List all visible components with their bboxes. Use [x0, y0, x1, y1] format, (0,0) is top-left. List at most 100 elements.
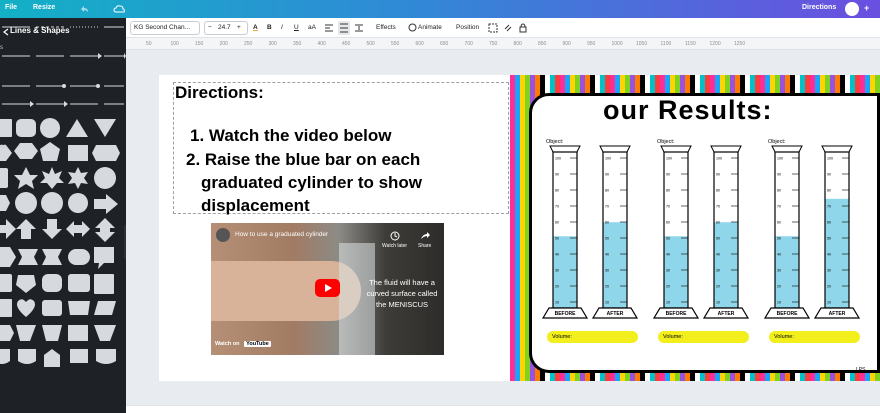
scale-tick-label: 80: [605, 189, 609, 193]
underline-button[interactable]: U: [294, 24, 299, 31]
bold-button[interactable]: B: [267, 24, 272, 31]
share-button[interactable]: Share: [418, 231, 431, 249]
scale-tick-label: 60: [555, 221, 559, 225]
ruler-tick-label: 300: [268, 41, 277, 47]
position-button[interactable]: Position: [456, 24, 479, 31]
link-icon[interactable]: [503, 23, 513, 33]
scale-tick-label: 10: [605, 301, 609, 305]
corner-tag: LPS: [856, 367, 866, 373]
scale-tick-label: 30: [605, 269, 609, 273]
avatar[interactable]: [845, 2, 859, 16]
file-menu[interactable]: File: [5, 4, 17, 11]
font-size-decrease[interactable]: −: [208, 24, 212, 31]
letter-case-button[interactable]: aA: [308, 24, 316, 31]
watch-on-youtube-link[interactable]: Watch on YouTube: [215, 341, 271, 347]
effects-button[interactable]: Effects: [376, 24, 396, 31]
scale-tick-label: 80: [716, 189, 720, 193]
font-size-increase[interactable]: +: [237, 24, 241, 31]
directions-step-2[interactable]: 2. Raise the blue bar on each: [186, 150, 420, 170]
directions-title[interactable]: Directions:: [175, 83, 264, 103]
watch-later-button[interactable]: Watch later: [382, 231, 407, 249]
font-size-value[interactable]: 24.7: [218, 24, 231, 31]
ruler-tick-label: 200: [219, 41, 228, 47]
results-title: our Results:: [603, 95, 773, 125]
shapes-section-label: es: [0, 144, 7, 150]
ruler-tick-label: 800: [513, 41, 522, 47]
scale-tick-label: 30: [777, 269, 781, 273]
directions-step-2-end[interactable]: displacement: [201, 196, 310, 216]
animate-icon: [408, 23, 417, 32]
scale-tick-label: 20: [605, 285, 609, 289]
stripe: [510, 75, 515, 381]
text-color-icon[interactable]: A: [253, 24, 258, 31]
after-cylinder-rim: [821, 145, 853, 153]
stripe: [520, 75, 525, 381]
youtube-video-embed[interactable]: How to use a graduated cylinder Watch la…: [211, 223, 444, 355]
scale-tick-label: 90: [666, 173, 670, 177]
scale-tick-label: 100: [716, 157, 722, 161]
ruler-tick-label: 1200: [709, 41, 721, 47]
transparency-icon[interactable]: [488, 23, 498, 33]
align-left-icon[interactable]: [324, 23, 334, 33]
scale-tick-label: 70: [827, 205, 831, 209]
scale-tick-label: 90: [605, 173, 609, 177]
scale-tick-label: 30: [555, 269, 559, 273]
scale-tick-label: 40: [716, 253, 720, 257]
spacing-icon[interactable]: [354, 23, 364, 33]
ruler-tick-label: 400: [317, 41, 326, 47]
document-title[interactable]: Directions: [802, 4, 836, 11]
scale-tick-label: 40: [777, 253, 781, 257]
scale-tick-label: 20: [777, 285, 781, 289]
directions-step-2-cont[interactable]: graduated cylinder to show: [201, 173, 422, 193]
ruler-tick-label: 750: [489, 41, 498, 47]
resize-menu[interactable]: Resize: [33, 4, 55, 11]
stripe: [515, 75, 520, 381]
italic-button[interactable]: I: [281, 24, 283, 31]
scale-tick-label: 80: [777, 189, 781, 193]
ruler-tick-label: 1050: [636, 41, 648, 47]
before-cylinder-rim: [771, 145, 803, 153]
back-chevron-icon[interactable]: [2, 28, 10, 36]
after-water-bar[interactable]: [603, 222, 627, 308]
channel-avatar[interactable]: [216, 228, 230, 242]
ruler-tick-label: 650: [440, 41, 449, 47]
video-caption: The fluid will have a curved surface cal…: [366, 278, 438, 309]
add-user-button[interactable]: +: [864, 3, 869, 13]
volume-field[interactable]: Volume:: [769, 331, 860, 343]
object-label: Object:: [657, 139, 675, 145]
scale-tick-label: 10: [777, 301, 781, 305]
bottom-bar: [126, 405, 880, 413]
ruler-tick-label: 950: [587, 41, 596, 47]
volume-field[interactable]: Volume:: [547, 331, 638, 343]
ruler-tick-label: 50: [146, 41, 152, 47]
font-family-value: KG Second Chan...: [134, 24, 191, 31]
animate-button[interactable]: Animate: [418, 24, 442, 31]
watch-on-label: Watch on: [215, 341, 240, 347]
undo-icon[interactable]: [78, 3, 90, 15]
ruler-tick-label: 550: [391, 41, 400, 47]
volume-field[interactable]: Volume:: [658, 331, 749, 343]
cloud-save-icon[interactable]: [113, 3, 125, 15]
graduated-cylinders[interactable]: 100 90 80 70 60 50 40 30 20 10 100 90 80 70 60 50 40 30 20…: [529, 130, 880, 350]
scale-tick-label: 80: [666, 189, 670, 193]
ruler-tick-label: 850: [538, 41, 547, 47]
before-label: BEFORE: [665, 311, 687, 317]
ruler-tick-label: 900: [562, 41, 571, 47]
play-button[interactable]: [315, 279, 340, 297]
share-label: Share: [418, 243, 432, 249]
video-title[interactable]: How to use a graduated cylinder: [235, 231, 328, 238]
scale-tick-label: 60: [605, 221, 609, 225]
watch-later-label: Watch later: [382, 243, 408, 249]
scale-tick-label: 100: [555, 157, 561, 161]
panel-title: Lines & Shapes: [10, 26, 70, 35]
scale-tick-label: 10: [827, 301, 831, 305]
youtube-logo: YouTube: [244, 341, 271, 347]
lock-icon[interactable]: [518, 23, 528, 33]
after-water-bar[interactable]: [714, 222, 738, 308]
ruler-tick-label: 150: [195, 41, 204, 47]
scale-tick-label: 20: [555, 285, 559, 289]
directions-step-1[interactable]: 1. Watch the video below: [190, 126, 392, 146]
shapes-grid[interactable]: [0, 117, 124, 373]
ruler-tick-label: 1000: [611, 41, 623, 47]
list-icon[interactable]: [338, 21, 350, 35]
